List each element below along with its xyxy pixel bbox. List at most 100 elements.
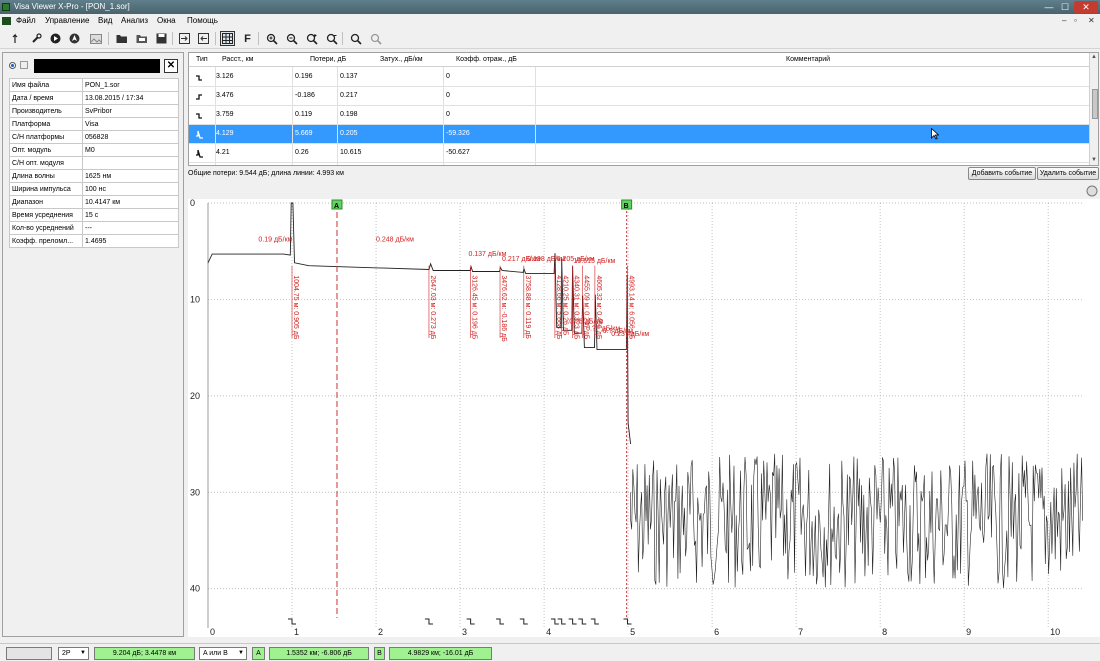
property-key: Кол-во усреднений bbox=[9, 221, 83, 235]
x-tick-label: 7 bbox=[798, 627, 803, 637]
event-label: 4210.25 м: 0.26 дБ bbox=[562, 275, 569, 336]
grid-icon[interactable] bbox=[220, 31, 235, 46]
col-comment[interactable]: Комментарий bbox=[786, 56, 830, 63]
marker-b-label: B bbox=[374, 647, 385, 660]
reflectogram-chart[interactable]: 0 1 2 3 4 5 6 7 8 9 10 0 10 20 30 40 A B 0.19 дБ/км 0.248 д… bbox=[188, 183, 1100, 637]
event-distance: 3.126 bbox=[216, 73, 234, 80]
navigate-icon[interactable] bbox=[67, 31, 82, 46]
marker-a-label: A bbox=[252, 647, 265, 660]
mode-select[interactable]: A или B ▼ bbox=[199, 647, 247, 660]
add-event-button[interactable]: Добавить событие bbox=[968, 167, 1036, 180]
col-type[interactable]: Тип bbox=[196, 56, 208, 63]
image-icon[interactable] bbox=[88, 31, 103, 46]
mdi-minimize-button[interactable]: – bbox=[1062, 16, 1066, 25]
pointer-icon[interactable] bbox=[10, 31, 25, 46]
event-row[interactable]: 3.759 0.119 0.198 0 bbox=[189, 106, 1089, 125]
zoom-in-icon[interactable] bbox=[264, 31, 279, 46]
wrench-icon[interactable] bbox=[29, 31, 44, 46]
delete-event-button[interactable]: Удалить событие bbox=[1037, 167, 1099, 180]
property-row: Дата / время 13.08.2015 / 17:34 bbox=[9, 91, 179, 105]
mdi-restore-button[interactable]: ▫ bbox=[1074, 16, 1077, 25]
menu-analysis[interactable]: Анализ bbox=[121, 16, 148, 25]
zoom-out-icon[interactable] bbox=[284, 31, 299, 46]
trace-radio[interactable] bbox=[9, 62, 16, 69]
property-value: PON_1.sor bbox=[82, 78, 179, 92]
property-row: Коэфф. преломл... 1.4695 bbox=[9, 234, 179, 248]
property-value: 100 нс bbox=[82, 182, 179, 196]
attenuation-label: 0.248 дБ/км bbox=[376, 237, 414, 244]
property-key: Платформа bbox=[9, 117, 83, 131]
event-type-icon bbox=[195, 92, 204, 103]
import-icon[interactable] bbox=[196, 31, 211, 46]
property-value: 1.4695 bbox=[82, 234, 179, 248]
col-distance[interactable]: Расст., км bbox=[222, 56, 253, 63]
event-reflectance: 0 bbox=[446, 111, 450, 118]
property-row: С/Н платформы 056828 bbox=[9, 130, 179, 144]
title-bar: Visa Viewer X-Pro - [PON_1.sor] — ☐ ✕ bbox=[0, 0, 1100, 14]
zoom-minus-icon[interactable] bbox=[324, 31, 339, 46]
close-window-button[interactable]: ✕ bbox=[1074, 1, 1098, 13]
event-loss: 5.669 bbox=[295, 130, 313, 137]
scroll-up-icon[interactable]: ▲ bbox=[1091, 54, 1097, 60]
property-key: Ширина импульса bbox=[9, 182, 83, 196]
export-icon[interactable] bbox=[177, 31, 192, 46]
chart-background bbox=[188, 183, 1100, 637]
play-icon[interactable] bbox=[48, 31, 63, 46]
event-row[interactable]: 4.21 0.26 10.615 -50.627 bbox=[189, 144, 1089, 163]
col-attenuation[interactable]: Затух., дБ/км bbox=[380, 56, 423, 63]
folder-icon[interactable] bbox=[134, 31, 149, 46]
save-icon[interactable] bbox=[154, 31, 169, 46]
open-folder-icon[interactable] bbox=[114, 31, 129, 46]
property-key: Время усреднения bbox=[9, 208, 83, 222]
menu-file[interactable]: Файл bbox=[16, 16, 36, 25]
event-label: 3476.62 м: -0.186 дБ bbox=[500, 275, 507, 342]
window-title: Visa Viewer X-Pro - [PON_1.sor] bbox=[14, 2, 130, 11]
x-tick-label: 5 bbox=[630, 627, 635, 637]
zoom-plus-icon[interactable] bbox=[304, 31, 319, 46]
event-reflectance: -59.326 bbox=[446, 130, 470, 137]
scroll-thumb[interactable] bbox=[1092, 89, 1098, 119]
trace-color-bar bbox=[34, 59, 160, 73]
event-label: 4340.31 м: 0.323 дБ bbox=[573, 275, 580, 339]
trace-checkbox[interactable] bbox=[20, 61, 28, 69]
marker-a-label: A bbox=[334, 203, 339, 210]
status-bar: 2P ▼ 9.204 дБ; 3.4478 км A или B ▼ A 1.5… bbox=[0, 643, 1100, 661]
event-distance: 4.21 bbox=[216, 149, 230, 156]
marker-a-readout: 1.5352 км; -6.806 дБ bbox=[269, 647, 369, 660]
menu-help[interactable]: Помощь bbox=[187, 16, 218, 25]
property-value: SvPribor bbox=[82, 104, 179, 118]
events-scrollbar[interactable]: ▲ ▼ bbox=[1089, 53, 1098, 165]
font-icon[interactable]: F bbox=[240, 31, 255, 46]
event-row[interactable]: 3.126 0.196 0.137 0 bbox=[189, 68, 1089, 87]
marker-b-label: B bbox=[624, 203, 629, 210]
property-value: 056828 bbox=[82, 130, 179, 144]
property-key: Производитель bbox=[9, 104, 83, 118]
file-selector-row: ✕ bbox=[7, 59, 179, 73]
col-loss[interactable]: Потери, дБ bbox=[310, 56, 346, 63]
attenuation-label: 0.19 дБ/км bbox=[258, 237, 292, 244]
events-table: Тип Расст., км Потери, дБ Затух., дБ/км … bbox=[188, 52, 1099, 166]
col-reflectance[interactable]: Коэфф. отраж., дБ bbox=[456, 56, 517, 63]
scroll-down-icon[interactable]: ▼ bbox=[1091, 157, 1097, 163]
event-row[interactable]: 3.476 -0.186 0.217 0 bbox=[189, 87, 1089, 106]
event-label: 1004.75 м: 0.905 дБ bbox=[292, 275, 299, 339]
mdi-close-button[interactable]: ✕ bbox=[1088, 16, 1095, 25]
maximize-button[interactable]: ☐ bbox=[1058, 1, 1072, 13]
trace-select[interactable]: 2P ▼ bbox=[58, 647, 89, 660]
property-value: 13.08.2015 / 17:34 bbox=[82, 91, 179, 105]
minimize-button[interactable]: — bbox=[1042, 1, 1056, 13]
property-row: Диапазон 10.4147 км bbox=[9, 195, 179, 209]
file-properties-table: Имя файла PON_1.sor Дата / время 13.08.2015… bbox=[9, 78, 179, 248]
y-tick-label: 0 bbox=[190, 198, 195, 208]
chart-settings-icon[interactable] bbox=[1086, 185, 1098, 197]
menu-control[interactable]: Управление bbox=[45, 16, 89, 25]
reflectogram-svg[interactable]: 0 1 2 3 4 5 6 7 8 9 10 0 10 20 30 40 A B 0.19 дБ/км 0.248 д… bbox=[188, 183, 1100, 637]
property-row: Длина волны 1625 нм bbox=[9, 169, 179, 183]
event-type-icon bbox=[195, 130, 204, 141]
menu-windows[interactable]: Окна bbox=[157, 16, 176, 25]
search-icon[interactable] bbox=[348, 31, 363, 46]
menu-view[interactable]: Вид bbox=[98, 16, 112, 25]
close-file-button[interactable]: ✕ bbox=[164, 59, 178, 73]
search-reset-icon[interactable] bbox=[368, 31, 383, 46]
event-row[interactable]: 4.129 5.669 0.205 -59.326 bbox=[189, 125, 1089, 144]
